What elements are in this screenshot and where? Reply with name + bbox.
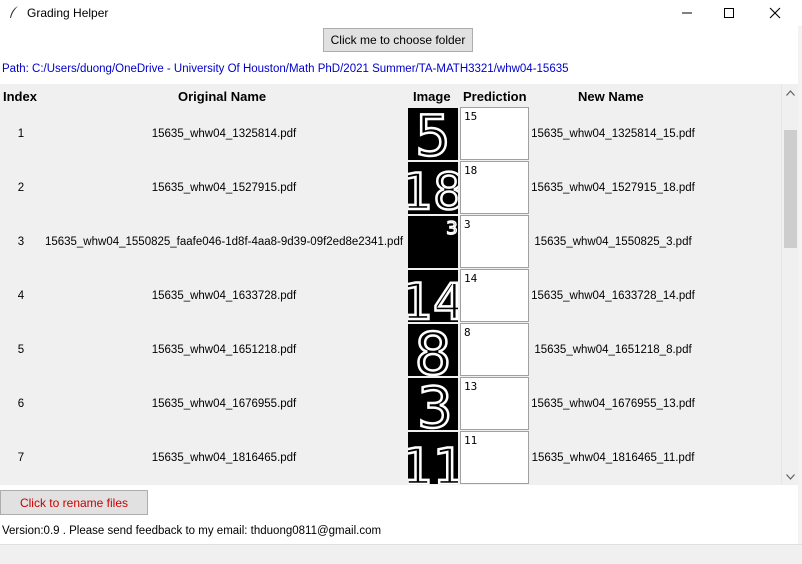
prediction-input[interactable]: 15: [460, 107, 529, 160]
prediction-input[interactable]: 3: [460, 215, 529, 268]
table-row: 7 15635_whw04_1816465.pdf 11 11 15635_wh…: [0, 431, 781, 485]
feather-icon: [10, 6, 18, 18]
version-text: Version:0.9 . Please send feedback to my…: [2, 525, 382, 537]
header-index: Index: [3, 89, 37, 104]
svg-text:5: 5: [415, 108, 451, 160]
header-prediction: Prediction: [463, 89, 527, 104]
row-index: 4: [17, 290, 25, 302]
row-index: 3: [17, 236, 25, 248]
original-name: 15635_whw04_1633728.pdf: [151, 290, 297, 302]
new-name: 15635_whw04_1676955_13.pdf: [531, 398, 695, 410]
header-image: Image: [413, 89, 451, 104]
window-title: Grading Helper: [27, 6, 109, 20]
digit-image: 3: [408, 216, 458, 268]
status-bar: [0, 544, 802, 564]
prediction-input[interactable]: 11: [460, 431, 529, 484]
choose-folder-button[interactable]: Click me to choose folder: [323, 28, 473, 52]
new-name: 15635_whw04_1816465_11.pdf: [531, 452, 695, 464]
row-index: 6: [17, 398, 25, 410]
table-row: 3 15635_whw04_1550825_faafe046-1d8f-4aa8…: [0, 215, 781, 269]
close-icon: [769, 7, 781, 19]
svg-text:11: 11: [408, 438, 458, 484]
digit-image: 11: [408, 432, 458, 484]
new-name: 15635_whw04_1325814_15.pdf: [531, 128, 695, 140]
scroll-down-button[interactable]: [782, 468, 799, 485]
window-edge: [798, 26, 802, 546]
digit-image: 5: [408, 108, 458, 160]
prediction-input[interactable]: 13: [460, 377, 529, 430]
maximize-button[interactable]: [706, 0, 752, 26]
table-row: 6 15635_whw04_1676955.pdf 3 13 15635_whw…: [0, 377, 781, 431]
maximize-icon: [724, 8, 734, 18]
row-index: 2: [17, 182, 25, 194]
file-table: Index Original Name Image Prediction New…: [0, 84, 781, 485]
header-new-name: New Name: [578, 89, 644, 104]
svg-text:8: 8: [415, 324, 452, 376]
close-button[interactable]: [752, 0, 798, 26]
prediction-input[interactable]: 14: [460, 269, 529, 322]
original-name: 15635_whw04_1325814.pdf: [151, 128, 297, 140]
minimize-icon: [682, 12, 692, 14]
header-original-name: Original Name: [178, 89, 267, 104]
prediction-input[interactable]: 8: [460, 323, 529, 376]
folder-path: Path: C:/Users/duong/OneDrive - Universi…: [2, 63, 569, 75]
chevron-up-icon: [786, 89, 795, 96]
vertical-scrollbar[interactable]: [781, 84, 799, 485]
table-row: 1 15635_whw04_1325814.pdf 5 15 15635_whw…: [0, 107, 781, 161]
rename-files-button[interactable]: Click to rename files: [0, 490, 148, 515]
chevron-down-icon: [786, 473, 795, 480]
original-name: 15635_whw04_1816465.pdf: [151, 452, 297, 464]
minimize-button[interactable]: [664, 0, 710, 26]
svg-text:14: 14: [408, 273, 458, 322]
table-row: 5 15635_whw04_1651218.pdf 8 8 15635_whw0…: [0, 323, 781, 377]
digit-image: 8: [408, 324, 458, 376]
original-name: 15635_whw04_1651218.pdf: [151, 344, 297, 356]
digit-image: 14: [408, 270, 458, 322]
new-name: 15635_whw04_1633728_14.pdf: [531, 290, 695, 302]
row-index: 7: [17, 452, 25, 464]
title-bar: Grading Helper: [0, 0, 802, 26]
table-row: 4 15635_whw04_1633728.pdf 14 14 15635_wh…: [0, 269, 781, 323]
scroll-thumb[interactable]: [784, 130, 797, 248]
row-index: 5: [17, 344, 25, 356]
row-index: 1: [17, 128, 25, 140]
prediction-input[interactable]: 18: [460, 161, 529, 214]
original-name: 15635_whw04_1676955.pdf: [151, 398, 297, 410]
table-row: 2 15635_whw04_1527915.pdf 18 18 15635_wh…: [0, 161, 781, 215]
original-name: 15635_whw04_1527915.pdf: [151, 182, 297, 194]
original-name: 15635_whw04_1550825_faafe046-1d8f-4aa8-9…: [44, 236, 404, 248]
new-name: 15635_whw04_1550825_3.pdf: [534, 236, 692, 248]
svg-text:18: 18: [408, 163, 458, 214]
new-name: 15635_whw04_1527915_18.pdf: [531, 182, 695, 194]
digit-image: 18: [408, 162, 458, 214]
scroll-up-button[interactable]: [782, 84, 799, 101]
svg-text:3: 3: [417, 378, 453, 430]
new-name: 15635_whw04_1651218_8.pdf: [534, 344, 692, 356]
digit-image: 3: [408, 378, 458, 430]
svg-text:3: 3: [446, 218, 457, 239]
